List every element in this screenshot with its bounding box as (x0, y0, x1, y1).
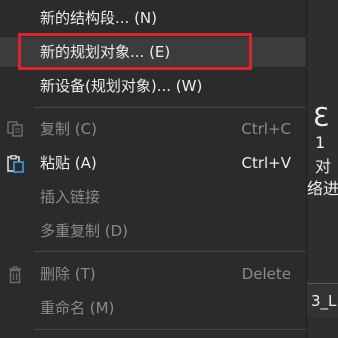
menu-item-shortcut: Delete (241, 265, 291, 283)
menu-item-label: 粘贴 (A) (40, 154, 97, 172)
menu-separator (34, 329, 306, 330)
menu-item-label: 删除 (T) (40, 265, 96, 283)
menu-item-label: 插入链接 (40, 188, 101, 206)
menu-item-delete[interactable]: 删除 (T) Delete (0, 259, 306, 289)
panel-text-line1: 对 (315, 157, 332, 176)
menu-item-label: 新设备(规划对象)... (W) (40, 77, 203, 95)
context-menu: 新的结构段... (N) 新的规划对象... (E) 新设备(规划对象)... … (0, 0, 306, 338)
panel-field-text: 3_L (311, 292, 337, 310)
panel-number: 1 (315, 133, 326, 152)
screenshot-stage: 新的结构段... (N) 新的规划对象... (E) 新设备(规划对象)... … (0, 0, 338, 338)
panel-text-line2: 络进 (307, 179, 338, 198)
menu-item-rename[interactable]: 重命名 (M) (0, 293, 306, 323)
menu-item-shortcut: Ctrl+V (241, 154, 291, 172)
menu-item-label: 复制 (C) (40, 120, 97, 138)
menu-separator (34, 251, 306, 252)
menu-item-multi-copy[interactable]: 多重复制 (D) (0, 216, 306, 246)
panel-field[interactable]: 3_L (307, 283, 338, 318)
menu-separator (34, 107, 306, 108)
menu-item-copy[interactable]: 复制 (C) Ctrl+C (0, 114, 306, 144)
menu-item-label: 多重复制 (D) (40, 222, 129, 240)
menu-item-label: 重命名 (M) (40, 299, 115, 317)
highlight-annotation (18, 33, 252, 70)
panel-glyph: Ɛ (313, 103, 329, 133)
menu-item-shortcut: Ctrl+C (241, 120, 291, 138)
menu-item-label: 新的结构段... (N) (40, 9, 157, 27)
menu-item-new-structure-segment[interactable]: 新的结构段... (N) (0, 3, 306, 33)
menu-item-paste[interactable]: 粘贴 (A) Ctrl+V (0, 148, 306, 178)
menu-item-insert-link[interactable]: 插入链接 (0, 182, 306, 212)
delete-icon (7, 266, 25, 284)
background-panel: Ɛ 1 对 络进 3_L (307, 0, 338, 338)
paste-icon (7, 155, 25, 173)
copy-icon (7, 121, 25, 137)
menu-item-new-device[interactable]: 新设备(规划对象)... (W) (0, 71, 306, 101)
